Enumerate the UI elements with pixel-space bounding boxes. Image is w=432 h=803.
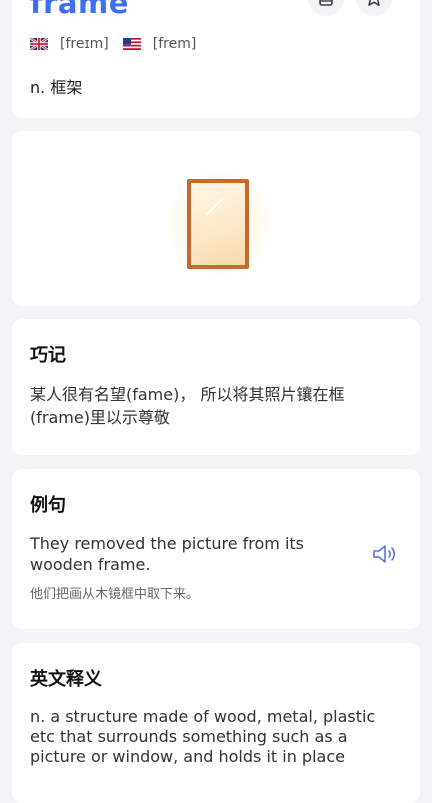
memory-tip-text: 某人很有名望(fame)， 所以将其照片镶在框(frame)里以示尊敬 <box>30 385 345 427</box>
illustration-card <box>12 131 420 306</box>
memory-tip-title: 巧记 <box>30 345 66 366</box>
star-icon <box>368 0 380 6</box>
uk-flag-icon[interactable] <box>30 38 48 50</box>
book-icon <box>319 0 333 6</box>
favorite-button[interactable] <box>356 0 392 16</box>
english-definition-text: n. a structure made of wood, metal, plas… <box>30 707 376 766</box>
memory-tip-card: 巧记 某人很有名望(fame)， 所以将其照片镶在框(frame)里以示尊敬 <box>12 319 420 455</box>
wordbook-button[interactable] <box>308 0 344 16</box>
phonetic-row: [freɪm] [frem] <box>30 36 210 52</box>
us-flag-icon[interactable] <box>122 38 141 50</box>
uk-phonetic[interactable]: [freɪm] <box>60 36 109 52</box>
english-definition-title: 英文释义 <box>30 669 102 690</box>
example-sentence-zh: 他们把画从木镜框中取下来。 <box>30 587 200 602</box>
speaker-icon[interactable] <box>372 543 398 565</box>
example-title: 例句 <box>30 495 66 516</box>
english-definition-card: 英文释义 n. a structure made of wood, metal,… <box>12 643 420 803</box>
us-phonetic[interactable]: [frem] <box>153 36 197 52</box>
word-card: frame [freɪm] [frem] n. 框架 <box>12 0 420 118</box>
word-title: frame <box>30 0 129 20</box>
example-sentence-en: They removed the picture from its wooden… <box>30 534 304 574</box>
mirror-frame-icon <box>187 179 249 269</box>
basic-definition: n. 框架 <box>30 78 83 97</box>
example-card: 例句 They removed the picture from its woo… <box>12 469 420 629</box>
